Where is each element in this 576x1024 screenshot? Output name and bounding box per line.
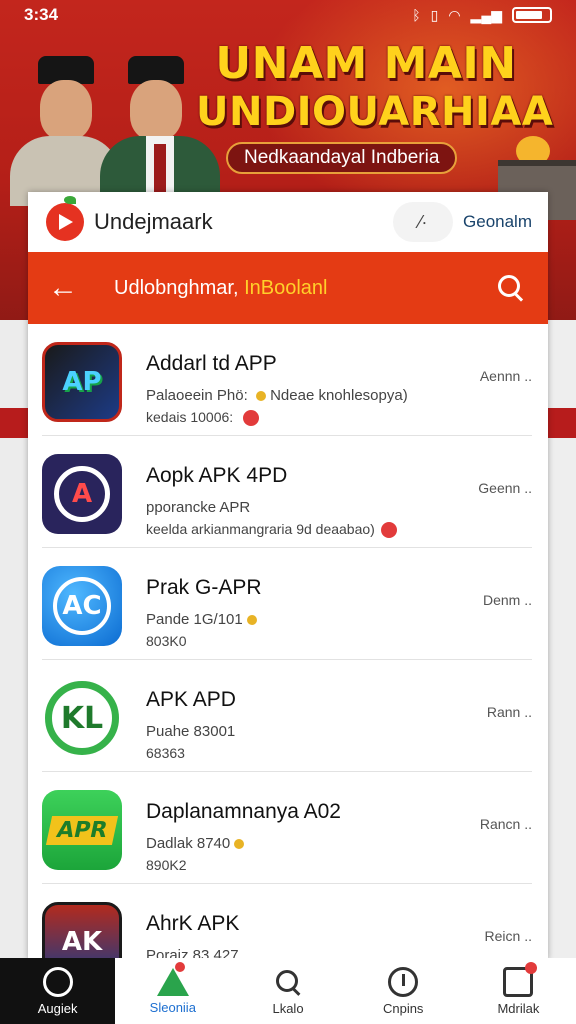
- search-icon: [273, 967, 303, 997]
- search-query[interactable]: Udlobnghmar, InBoolanl: [114, 277, 327, 300]
- app-icon[interactable]: AK: [42, 902, 122, 960]
- app-detail: Pande 1G/101: [146, 611, 257, 628]
- nav-label: Lkalo: [272, 1000, 304, 1016]
- nav-label: Cnpins: [382, 1000, 424, 1016]
- app-icon[interactable]: KL: [42, 678, 122, 758]
- app-name: Daplanamnanya A02: [146, 800, 341, 823]
- list-item[interactable]: AP Addarl td APP Palaoeein Phö: Ndeae kn…: [42, 324, 532, 436]
- apps-icon: [156, 961, 189, 996]
- status-dot-icon: [234, 839, 245, 850]
- background-left: [0, 320, 28, 960]
- nav-item-home[interactable]: Augiek: [0, 958, 116, 1024]
- vibrate-icon: ▯: [430, 6, 439, 23]
- app-action[interactable]: Rancn ..: [480, 816, 532, 832]
- nav-item-inbox[interactable]: Mdrilak: [461, 958, 576, 1024]
- nav-label: Sleoniia: [149, 999, 196, 1015]
- app-icon[interactable]: AC: [42, 566, 122, 646]
- banner-title: UNAM MAIN UNDIOUARHIAA: [196, 38, 554, 136]
- app-action[interactable]: Aennn ..: [480, 368, 532, 384]
- app-icon[interactable]: AP: [42, 342, 122, 422]
- header-link[interactable]: Geonalm: [463, 212, 532, 232]
- nav-item-search[interactable]: Lkalo: [230, 958, 345, 1024]
- app-meta: kedais 10006:: [146, 409, 260, 427]
- app-action[interactable]: Rann ..: [487, 704, 532, 720]
- app-detail: Puahe 83001: [146, 723, 236, 740]
- status-icons: ᛒ ▯ ◠ ▂▄▆: [412, 7, 552, 24]
- list-item[interactable]: APR Daplanamnanya A02 Dadlak 8740 890K2 …: [42, 772, 532, 884]
- background-right: [548, 320, 576, 960]
- app-icon[interactable]: A: [42, 454, 122, 534]
- app-detail: pporancke APR: [146, 499, 251, 516]
- banner-subtitle: Nedkaandayal Indberia: [226, 142, 458, 174]
- app-meta: 890K2: [146, 857, 187, 873]
- list-item[interactable]: AK AhrK APK Poraiz 83 427 Reicn ..: [42, 884, 532, 960]
- bluetooth-icon: ᛒ: [412, 7, 421, 23]
- search-icon[interactable]: [494, 271, 528, 305]
- app-store-card: Undejmaark ⁄∙ Geonalm ← Udlobnghmar, InB…: [28, 192, 548, 960]
- list-item[interactable]: KL APK APD Puahe 83001 68363 Rann ..: [42, 660, 532, 772]
- brand-name: Undejmaark: [94, 209, 213, 234]
- status-dot-icon: [246, 615, 257, 626]
- search-query-highlight: InBoolanl: [244, 276, 328, 299]
- search-bar[interactable]: ← Udlobnghmar, InBoolanl: [28, 252, 548, 324]
- list-item[interactable]: A Aopk APK 4PD pporancke APR keelda arki…: [42, 436, 532, 548]
- nav-label: Augiek: [37, 1000, 78, 1016]
- app-action[interactable]: Denm ..: [483, 592, 532, 608]
- app-detail: Palaoeein Phö: Ndeae knohlesopya): [146, 387, 408, 404]
- app-name: Addarl td APP: [146, 352, 277, 375]
- search-query-main: Udlobnghmar,: [114, 276, 245, 299]
- banner-title-line2: UNDIOUARHIAA: [196, 89, 554, 135]
- status-bar: 3:34 ᛒ ▯ ◠ ▂▄▆: [0, 0, 576, 30]
- app-name: AhrK APK: [146, 912, 240, 935]
- app-list: AP Addarl td APP Palaoeein Phö: Ndeae kn…: [28, 324, 548, 960]
- bottom-navigation: Augiek Sleoniia Lkalo Cnpins Mdrilak: [0, 958, 576, 1024]
- app-action[interactable]: Geenn ..: [478, 480, 532, 496]
- home-icon: [42, 966, 73, 997]
- close-icon[interactable]: [380, 522, 397, 539]
- nav-item-apps[interactable]: Sleoniia: [115, 958, 230, 1024]
- status-time: 3:34: [24, 5, 59, 24]
- brand-logo-icon[interactable]: [46, 196, 84, 241]
- clock-icon: [388, 966, 419, 997]
- signal-icon: ▂▄▆: [470, 6, 502, 23]
- list-item[interactable]: AC Prak G-APR Pande 1G/101 803K0 Denm ..: [42, 548, 532, 660]
- app-meta: 803K0: [146, 633, 187, 649]
- emoji-icon: [243, 410, 260, 427]
- banner-title-line1: UNAM MAIN: [215, 38, 517, 89]
- app-name: Aopk APK 4PD: [146, 464, 288, 487]
- app-meta: 68363: [146, 745, 185, 761]
- wifi-icon: ◠: [448, 6, 461, 23]
- battery-icon: [512, 7, 552, 23]
- app-action[interactable]: Reicn ..: [485, 928, 532, 944]
- nav-item-updates[interactable]: Cnpins: [346, 958, 461, 1024]
- nav-label: Mdrilak: [497, 1000, 540, 1016]
- status-dot-icon: [255, 391, 266, 402]
- app-meta: keelda arkianmangraria 9d deaabao): [146, 521, 397, 539]
- app-name: APK APD: [146, 688, 236, 711]
- filter-icon[interactable]: ⁄∙: [393, 202, 454, 242]
- app-icon[interactable]: APR: [42, 790, 122, 870]
- app-detail: Dadlak 8740: [146, 835, 245, 852]
- inbox-icon: [503, 961, 538, 997]
- card-header: Undejmaark ⁄∙ Geonalm: [28, 192, 548, 252]
- app-name: Prak G-APR: [146, 576, 262, 599]
- back-arrow-icon[interactable]: ←: [48, 271, 88, 305]
